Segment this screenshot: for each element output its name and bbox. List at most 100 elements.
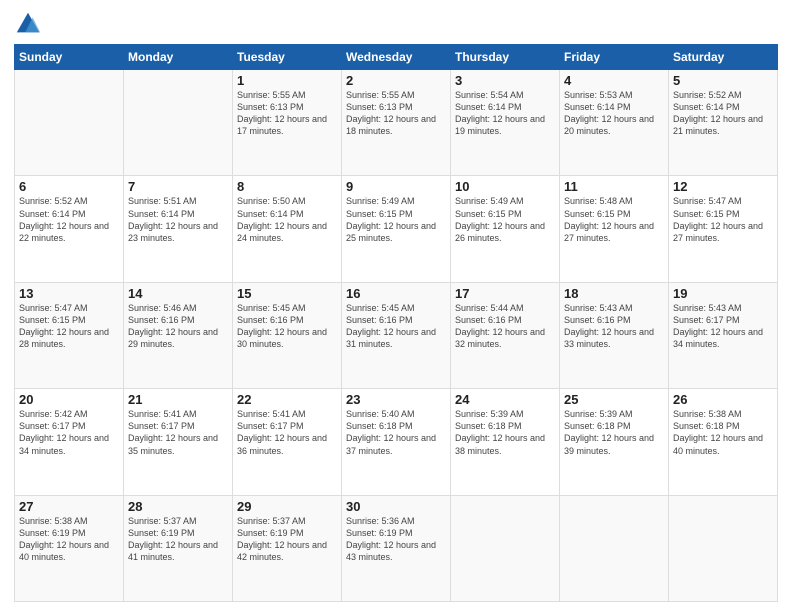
weekday-header-friday: Friday bbox=[560, 45, 669, 70]
day-number: 11 bbox=[564, 179, 664, 194]
week-row-2: 6Sunrise: 5:52 AM Sunset: 6:14 PM Daylig… bbox=[15, 176, 778, 282]
day-number: 3 bbox=[455, 73, 555, 88]
day-number: 19 bbox=[673, 286, 773, 301]
calendar-cell: 17Sunrise: 5:44 AM Sunset: 6:16 PM Dayli… bbox=[451, 282, 560, 388]
calendar-cell: 12Sunrise: 5:47 AM Sunset: 6:15 PM Dayli… bbox=[669, 176, 778, 282]
day-info: Sunrise: 5:54 AM Sunset: 6:14 PM Dayligh… bbox=[455, 89, 555, 138]
day-number: 27 bbox=[19, 499, 119, 514]
day-info: Sunrise: 5:41 AM Sunset: 6:17 PM Dayligh… bbox=[128, 408, 228, 457]
day-info: Sunrise: 5:52 AM Sunset: 6:14 PM Dayligh… bbox=[673, 89, 773, 138]
day-info: Sunrise: 5:45 AM Sunset: 6:16 PM Dayligh… bbox=[346, 302, 446, 351]
day-info: Sunrise: 5:37 AM Sunset: 6:19 PM Dayligh… bbox=[128, 515, 228, 564]
calendar-cell: 8Sunrise: 5:50 AM Sunset: 6:14 PM Daylig… bbox=[233, 176, 342, 282]
calendar-cell bbox=[15, 70, 124, 176]
day-number: 23 bbox=[346, 392, 446, 407]
day-info: Sunrise: 5:39 AM Sunset: 6:18 PM Dayligh… bbox=[455, 408, 555, 457]
day-info: Sunrise: 5:43 AM Sunset: 6:17 PM Dayligh… bbox=[673, 302, 773, 351]
day-number: 1 bbox=[237, 73, 337, 88]
calendar-cell bbox=[669, 495, 778, 601]
calendar-cell: 30Sunrise: 5:36 AM Sunset: 6:19 PM Dayli… bbox=[342, 495, 451, 601]
page: SundayMondayTuesdayWednesdayThursdayFrid… bbox=[0, 0, 792, 612]
week-row-1: 1Sunrise: 5:55 AM Sunset: 6:13 PM Daylig… bbox=[15, 70, 778, 176]
weekday-header-row: SundayMondayTuesdayWednesdayThursdayFrid… bbox=[15, 45, 778, 70]
day-number: 13 bbox=[19, 286, 119, 301]
weekday-header-saturday: Saturday bbox=[669, 45, 778, 70]
calendar-cell: 2Sunrise: 5:55 AM Sunset: 6:13 PM Daylig… bbox=[342, 70, 451, 176]
day-info: Sunrise: 5:40 AM Sunset: 6:18 PM Dayligh… bbox=[346, 408, 446, 457]
day-info: Sunrise: 5:51 AM Sunset: 6:14 PM Dayligh… bbox=[128, 195, 228, 244]
calendar-cell: 15Sunrise: 5:45 AM Sunset: 6:16 PM Dayli… bbox=[233, 282, 342, 388]
day-info: Sunrise: 5:50 AM Sunset: 6:14 PM Dayligh… bbox=[237, 195, 337, 244]
day-info: Sunrise: 5:38 AM Sunset: 6:19 PM Dayligh… bbox=[19, 515, 119, 564]
day-info: Sunrise: 5:41 AM Sunset: 6:17 PM Dayligh… bbox=[237, 408, 337, 457]
day-number: 26 bbox=[673, 392, 773, 407]
calendar-cell: 14Sunrise: 5:46 AM Sunset: 6:16 PM Dayli… bbox=[124, 282, 233, 388]
day-number: 2 bbox=[346, 73, 446, 88]
day-info: Sunrise: 5:45 AM Sunset: 6:16 PM Dayligh… bbox=[237, 302, 337, 351]
weekday-header-wednesday: Wednesday bbox=[342, 45, 451, 70]
day-number: 29 bbox=[237, 499, 337, 514]
week-row-3: 13Sunrise: 5:47 AM Sunset: 6:15 PM Dayli… bbox=[15, 282, 778, 388]
day-info: Sunrise: 5:36 AM Sunset: 6:19 PM Dayligh… bbox=[346, 515, 446, 564]
day-info: Sunrise: 5:38 AM Sunset: 6:18 PM Dayligh… bbox=[673, 408, 773, 457]
day-info: Sunrise: 5:47 AM Sunset: 6:15 PM Dayligh… bbox=[19, 302, 119, 351]
week-row-5: 27Sunrise: 5:38 AM Sunset: 6:19 PM Dayli… bbox=[15, 495, 778, 601]
logo bbox=[14, 10, 46, 38]
day-number: 25 bbox=[564, 392, 664, 407]
weekday-header-monday: Monday bbox=[124, 45, 233, 70]
day-number: 16 bbox=[346, 286, 446, 301]
calendar-cell: 5Sunrise: 5:52 AM Sunset: 6:14 PM Daylig… bbox=[669, 70, 778, 176]
calendar-cell bbox=[560, 495, 669, 601]
calendar-cell: 26Sunrise: 5:38 AM Sunset: 6:18 PM Dayli… bbox=[669, 389, 778, 495]
day-number: 20 bbox=[19, 392, 119, 407]
day-number: 17 bbox=[455, 286, 555, 301]
day-number: 6 bbox=[19, 179, 119, 194]
day-info: Sunrise: 5:46 AM Sunset: 6:16 PM Dayligh… bbox=[128, 302, 228, 351]
calendar-cell: 27Sunrise: 5:38 AM Sunset: 6:19 PM Dayli… bbox=[15, 495, 124, 601]
calendar-cell: 29Sunrise: 5:37 AM Sunset: 6:19 PM Dayli… bbox=[233, 495, 342, 601]
logo-icon bbox=[14, 10, 42, 38]
day-info: Sunrise: 5:47 AM Sunset: 6:15 PM Dayligh… bbox=[673, 195, 773, 244]
day-number: 30 bbox=[346, 499, 446, 514]
day-number: 8 bbox=[237, 179, 337, 194]
day-info: Sunrise: 5:43 AM Sunset: 6:16 PM Dayligh… bbox=[564, 302, 664, 351]
day-info: Sunrise: 5:53 AM Sunset: 6:14 PM Dayligh… bbox=[564, 89, 664, 138]
calendar-cell: 18Sunrise: 5:43 AM Sunset: 6:16 PM Dayli… bbox=[560, 282, 669, 388]
day-info: Sunrise: 5:49 AM Sunset: 6:15 PM Dayligh… bbox=[455, 195, 555, 244]
day-number: 9 bbox=[346, 179, 446, 194]
calendar-cell: 1Sunrise: 5:55 AM Sunset: 6:13 PM Daylig… bbox=[233, 70, 342, 176]
weekday-header-tuesday: Tuesday bbox=[233, 45, 342, 70]
calendar-cell: 6Sunrise: 5:52 AM Sunset: 6:14 PM Daylig… bbox=[15, 176, 124, 282]
day-number: 22 bbox=[237, 392, 337, 407]
day-info: Sunrise: 5:55 AM Sunset: 6:13 PM Dayligh… bbox=[346, 89, 446, 138]
calendar-cell bbox=[451, 495, 560, 601]
day-number: 21 bbox=[128, 392, 228, 407]
day-info: Sunrise: 5:49 AM Sunset: 6:15 PM Dayligh… bbox=[346, 195, 446, 244]
header bbox=[14, 10, 778, 38]
day-info: Sunrise: 5:44 AM Sunset: 6:16 PM Dayligh… bbox=[455, 302, 555, 351]
day-info: Sunrise: 5:55 AM Sunset: 6:13 PM Dayligh… bbox=[237, 89, 337, 138]
day-info: Sunrise: 5:52 AM Sunset: 6:14 PM Dayligh… bbox=[19, 195, 119, 244]
calendar-cell: 10Sunrise: 5:49 AM Sunset: 6:15 PM Dayli… bbox=[451, 176, 560, 282]
calendar-cell: 11Sunrise: 5:48 AM Sunset: 6:15 PM Dayli… bbox=[560, 176, 669, 282]
calendar-cell: 13Sunrise: 5:47 AM Sunset: 6:15 PM Dayli… bbox=[15, 282, 124, 388]
calendar-cell: 3Sunrise: 5:54 AM Sunset: 6:14 PM Daylig… bbox=[451, 70, 560, 176]
calendar-cell: 21Sunrise: 5:41 AM Sunset: 6:17 PM Dayli… bbox=[124, 389, 233, 495]
day-number: 12 bbox=[673, 179, 773, 194]
day-number: 14 bbox=[128, 286, 228, 301]
weekday-header-thursday: Thursday bbox=[451, 45, 560, 70]
calendar-cell: 9Sunrise: 5:49 AM Sunset: 6:15 PM Daylig… bbox=[342, 176, 451, 282]
calendar-cell: 19Sunrise: 5:43 AM Sunset: 6:17 PM Dayli… bbox=[669, 282, 778, 388]
day-info: Sunrise: 5:48 AM Sunset: 6:15 PM Dayligh… bbox=[564, 195, 664, 244]
day-info: Sunrise: 5:42 AM Sunset: 6:17 PM Dayligh… bbox=[19, 408, 119, 457]
calendar-cell: 25Sunrise: 5:39 AM Sunset: 6:18 PM Dayli… bbox=[560, 389, 669, 495]
day-info: Sunrise: 5:37 AM Sunset: 6:19 PM Dayligh… bbox=[237, 515, 337, 564]
day-number: 15 bbox=[237, 286, 337, 301]
day-number: 5 bbox=[673, 73, 773, 88]
calendar-cell bbox=[124, 70, 233, 176]
calendar-cell: 23Sunrise: 5:40 AM Sunset: 6:18 PM Dayli… bbox=[342, 389, 451, 495]
weekday-header-sunday: Sunday bbox=[15, 45, 124, 70]
calendar-cell: 20Sunrise: 5:42 AM Sunset: 6:17 PM Dayli… bbox=[15, 389, 124, 495]
day-number: 4 bbox=[564, 73, 664, 88]
calendar-cell: 28Sunrise: 5:37 AM Sunset: 6:19 PM Dayli… bbox=[124, 495, 233, 601]
